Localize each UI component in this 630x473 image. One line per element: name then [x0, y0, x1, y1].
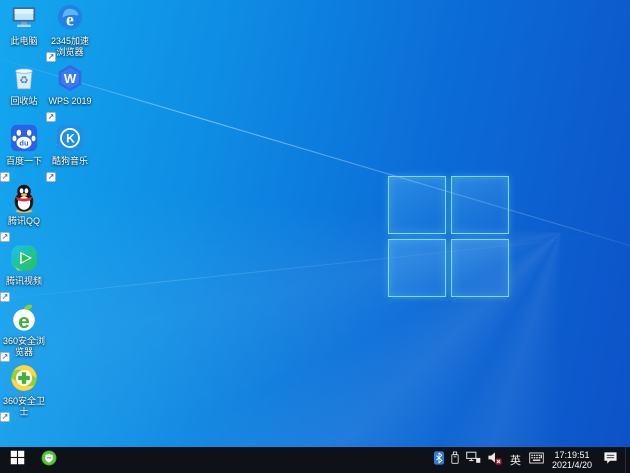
- action-center-button[interactable]: [597, 447, 625, 473]
- shortcut-arrow-icon: ↗: [0, 232, 10, 242]
- usb-device-icon: [450, 451, 460, 470]
- tray-touch-keyboard[interactable]: [526, 447, 547, 473]
- desktop-icon-kugou[interactable]: K ↗ 酷狗音乐: [46, 123, 93, 182]
- svg-text:e: e: [18, 310, 29, 333]
- qq-penguin-icon: [9, 183, 39, 213]
- svg-text:du: du: [19, 139, 29, 148]
- touch-keyboard-icon: [529, 451, 544, 469]
- windows-logo-pane: [451, 176, 509, 234]
- windows-logo-pane: [388, 176, 446, 234]
- svg-text:K: K: [66, 132, 75, 146]
- baidu-icon: du: [9, 123, 39, 153]
- kugou-music-icon: K: [55, 123, 85, 153]
- desktop-icon-baidu[interactable]: du ↗ 百度一下: [0, 123, 47, 182]
- svg-text:♻: ♻: [19, 76, 28, 87]
- icon-label: WPS 2019: [48, 96, 92, 106]
- svg-text:W: W: [64, 71, 77, 86]
- taskbar-clock[interactable]: 17:19:51 2021/4/20: [547, 450, 597, 470]
- desktop-icon-wps[interactable]: W ↗ WPS 2019: [46, 63, 93, 122]
- bluetooth-icon: [433, 450, 444, 470]
- desktop-icon-2345-browser[interactable]: e ↗ 2345加速浏览器: [46, 3, 93, 62]
- 2345-browser-icon: e: [55, 3, 85, 33]
- windows-logo-pane: [451, 239, 509, 297]
- taskbar-item-360-safe[interactable]: [34, 447, 64, 473]
- svg-text:e: e: [66, 10, 74, 30]
- 360-browser-icon: e: [9, 303, 39, 333]
- desktop-icon-this-pc[interactable]: 此电脑: [1, 3, 47, 61]
- desktop-icon-tencent-qq[interactable]: ↗ 腾讯QQ: [0, 183, 47, 242]
- 360-safe-guard-icon: [9, 363, 39, 393]
- desktop-icon-360-browser[interactable]: e ↗ 360安全浏览器: [0, 303, 47, 362]
- desktop-icon-recycle-bin[interactable]: ♻ 回收站: [1, 63, 47, 121]
- shortcut-arrow-icon: ↗: [0, 412, 10, 422]
- shortcut-arrow-icon: ↗: [0, 352, 10, 362]
- tray-volume-muted[interactable]: [484, 447, 505, 473]
- tray-network[interactable]: [463, 447, 484, 473]
- wps-2019-icon: W: [55, 63, 85, 93]
- network-icon: [466, 451, 481, 469]
- ime-language-indicator[interactable]: 英: [505, 447, 526, 473]
- tray-usb-device[interactable]: [447, 447, 463, 473]
- volume-muted-icon: [487, 451, 502, 470]
- shortcut-arrow-icon: ↗: [0, 292, 10, 302]
- 360-safe-tray-icon: [41, 450, 57, 471]
- show-desktop-button[interactable]: [625, 447, 630, 473]
- icon-label: 百度一下: [5, 156, 42, 166]
- desktop-background[interactable]: 此电脑 ♻ 回收站 du ↗ 百度一下 ↗ 腾讯QQ ↗ 腾讯视频 e ↗ 36…: [0, 0, 630, 447]
- icon-label: 回收站: [10, 96, 38, 106]
- clock-date: 2021/4/20: [551, 460, 592, 470]
- desktop-icon-360-safe[interactable]: ↗ 360安全卫士: [0, 363, 47, 422]
- taskbar: 英 17:19:51 2021/4/20: [0, 447, 630, 473]
- action-center-icon: [603, 451, 618, 470]
- start-button[interactable]: [0, 447, 34, 473]
- windows-logo-wallpaper: [388, 176, 509, 297]
- shortcut-arrow-icon: ↗: [46, 172, 56, 182]
- icon-label: 腾讯视频: [5, 276, 42, 286]
- shortcut-arrow-icon: ↗: [46, 112, 56, 122]
- windows-logo-pane: [388, 239, 446, 297]
- wallpaper-light-ray: [0, 235, 602, 301]
- windows-logo-icon: [10, 450, 25, 470]
- tray-bluetooth[interactable]: [431, 447, 447, 473]
- desktop-icon-tencent-video[interactable]: ↗ 腾讯视频: [0, 243, 47, 302]
- shortcut-arrow-icon: ↗: [0, 172, 10, 182]
- tencent-video-icon: [9, 243, 39, 273]
- shortcut-arrow-icon: ↗: [46, 52, 56, 62]
- icon-label: 腾讯QQ: [7, 216, 40, 226]
- clock-time: 17:19:51: [554, 450, 590, 460]
- this-pc-icon: [9, 3, 39, 33]
- recycle-bin-icon: ♻: [9, 63, 39, 93]
- wallpaper-light-ray: [0, 54, 630, 266]
- icon-label: 此电脑: [10, 36, 38, 46]
- icon-label: 酷狗音乐: [51, 156, 88, 166]
